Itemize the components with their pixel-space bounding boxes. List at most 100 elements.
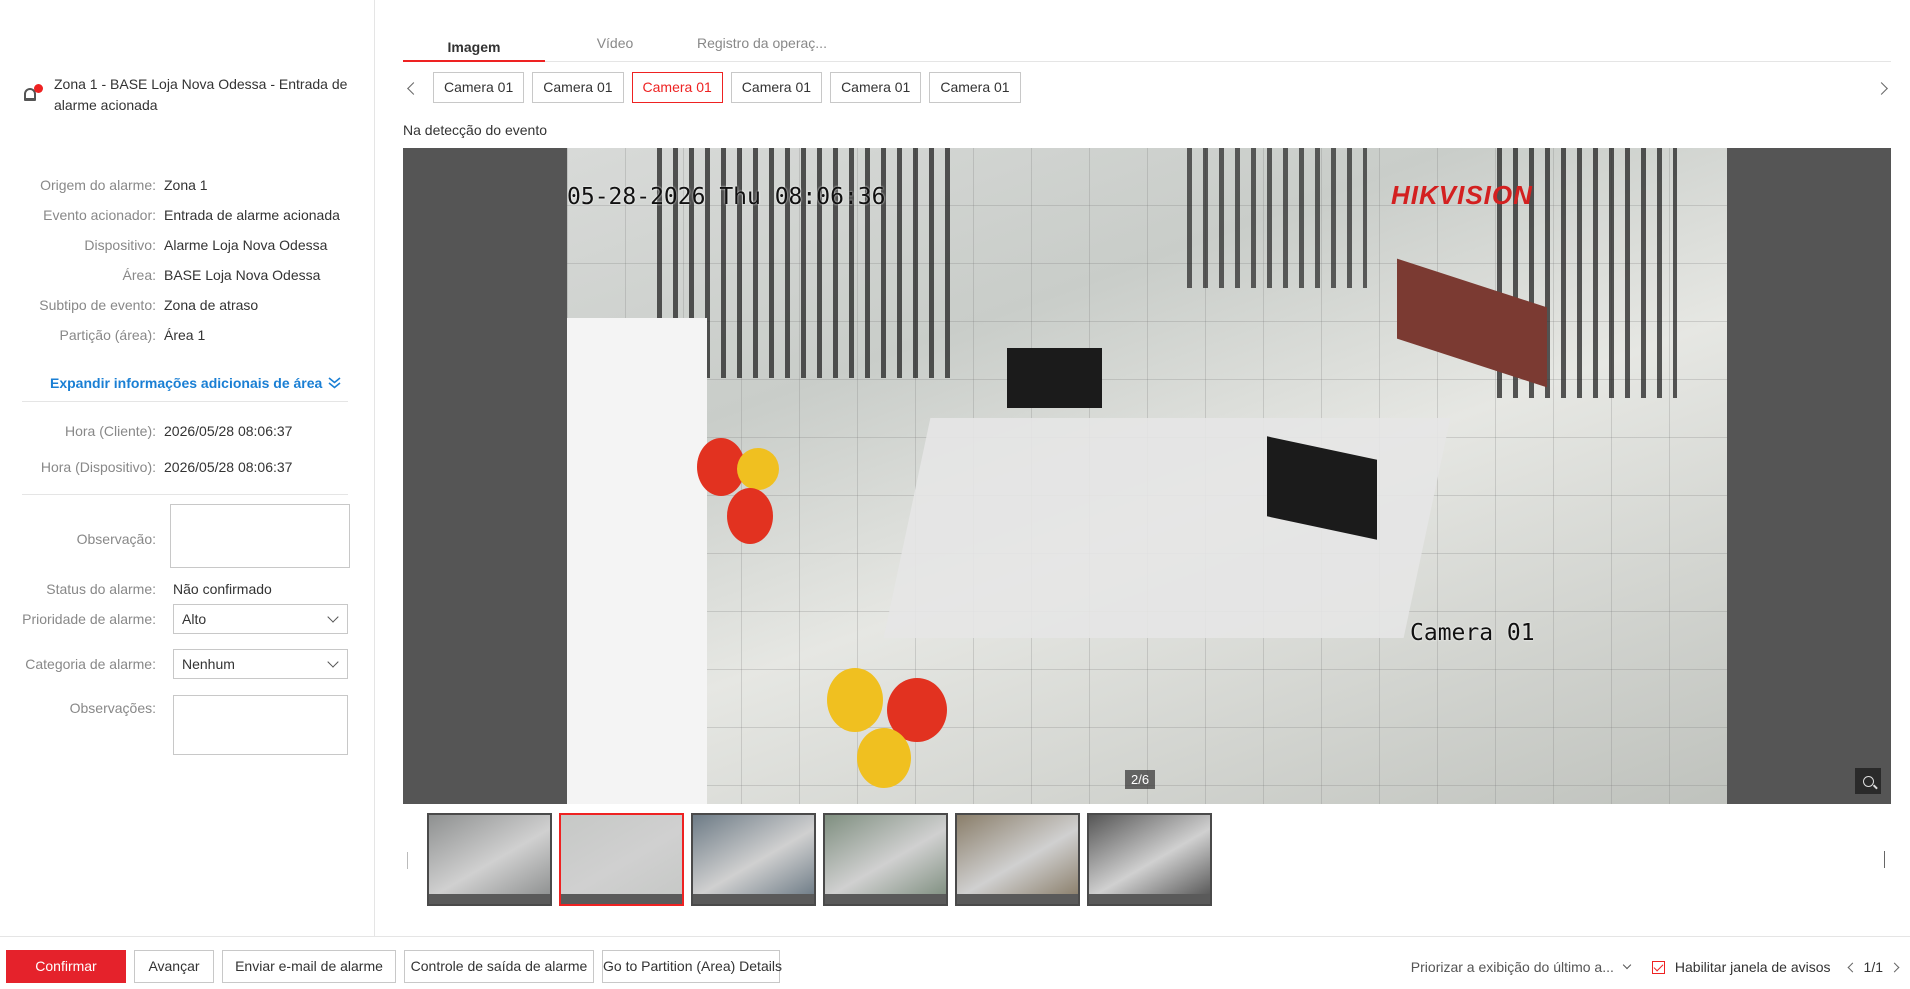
chevron-right-icon — [1874, 81, 1888, 95]
observation-label: Observação: — [76, 531, 156, 547]
enable-popup-checkbox[interactable] — [1651, 960, 1665, 974]
partition-details-button[interactable]: Go to Partition (Area) Details — [602, 950, 782, 983]
thumbnail-list — [427, 813, 1212, 906]
alarm-status-row: Status do alarme: Não confirmado — [0, 578, 375, 600]
chevron-left-icon — [406, 81, 420, 95]
camera-prev-button[interactable] — [403, 78, 423, 98]
camera-button[interactable]: Camera 01 — [532, 72, 624, 103]
thumbnail[interactable] — [823, 813, 948, 906]
alarm-category-label: Categoria de alarme: — [25, 656, 156, 672]
camera-snapshot: 05-28-2026 Thu 08:06:36 HIKVISION Camera… — [567, 148, 1727, 804]
observations-label: Observações: — [69, 700, 156, 716]
alarm-bell-icon — [22, 84, 43, 106]
action-bar: Confirmar Avançar Enviar e-mail de alarm… — [0, 936, 1910, 989]
client-time-row: Hora (Cliente): 2026/05/28 08:06:37 — [0, 420, 375, 442]
alarm-priority-row: Prioridade de alarme: Alto — [0, 604, 375, 634]
tab-image[interactable]: Imagem — [403, 26, 545, 62]
camera-button-list: Camera 01 Camera 01 Camera 01 Camera 01 … — [433, 72, 1021, 103]
thumbnail-image — [825, 815, 946, 897]
thumbnail[interactable] — [1087, 813, 1212, 906]
alarm-category-select[interactable]: Nenhum — [173, 649, 348, 679]
thumbnail-image — [1089, 815, 1210, 897]
alarm-title: Zona 1 - BASE Loja Nova Odessa - Entrada… — [54, 76, 348, 113]
camera-next-button[interactable] — [1871, 78, 1891, 98]
camera-button[interactable]: Camera 01 — [929, 72, 1021, 103]
device-time-value: 2026/05/28 08:06:37 — [164, 459, 293, 475]
expand-area-info-label: Expandir informações adicionais de área — [50, 375, 323, 391]
pager-value: 1/1 — [1863, 959, 1883, 975]
info-value: BASE Loja Nova Odessa — [164, 267, 321, 283]
thumbnail[interactable] — [427, 813, 552, 906]
tab-video[interactable]: Vídeo — [545, 26, 685, 62]
alarm-header: Zona 1 - BASE Loja Nova Odessa - Entrada… — [22, 74, 352, 116]
client-time-value: 2026/05/28 08:06:37 — [164, 423, 293, 439]
client-time-label: Hora (Cliente): — [64, 423, 156, 439]
next-button[interactable]: Avançar — [134, 950, 214, 983]
info-row-trigger-event: Evento acionador: Entrada de alarme acio… — [0, 204, 375, 234]
detail-tabs: Imagem Vídeo Registro da operaç... — [403, 26, 1891, 62]
zoom-button[interactable] — [1855, 768, 1881, 794]
info-value: Entrada de alarme acionada — [164, 207, 340, 223]
observations-row: Observações: — [0, 695, 375, 755]
alarm-details-panel: Zona 1 - BASE Loja Nova Odessa - Entrada… — [0, 0, 375, 936]
info-label: Subtipo de evento: — [39, 297, 156, 313]
info-row-partition: Partição (área): Área 1 — [0, 324, 375, 354]
send-alarm-email-button[interactable]: Enviar e-mail de alarme — [222, 950, 396, 983]
snapshot-camera-label: Camera 01 — [1410, 620, 1535, 646]
expand-area-info-link[interactable]: Expandir informações adicionais de área — [50, 375, 341, 391]
info-row-origin: Origem do alarme: Zona 1 — [0, 174, 375, 204]
event-caption: Na detecção do evento — [403, 122, 547, 138]
thumbnail-image — [957, 815, 1078, 897]
chevron-right-icon — [1884, 851, 1885, 868]
info-label: Origem do alarme: — [40, 177, 156, 193]
observations-textarea[interactable] — [173, 695, 348, 755]
camera-button[interactable]: Camera 01 — [433, 72, 525, 103]
double-chevron-down-icon — [328, 377, 341, 389]
thumbnail-selected[interactable] — [559, 813, 684, 906]
observation-row: Observação: — [0, 504, 375, 568]
priority-display-label: Priorizar a exibição do último a... — [1410, 959, 1614, 975]
alarm-info-table: Origem do alarme: Zona 1 Evento acionado… — [0, 174, 375, 354]
info-value: Área 1 — [164, 327, 206, 343]
alarm-priority-label: Prioridade de alarme: — [22, 611, 156, 627]
chevron-right-icon[interactable] — [1889, 962, 1900, 972]
camera-button[interactable]: Camera 01 — [830, 72, 922, 103]
alarm-category-value: Nenhum — [182, 656, 235, 672]
thumbnail[interactable] — [955, 813, 1080, 906]
image-viewer[interactable]: 05-28-2026 Thu 08:06:36 HIKVISION Camera… — [403, 148, 1891, 804]
info-label: Área: — [122, 267, 156, 283]
alarm-category-row: Categoria de alarme: Nenhum — [0, 649, 375, 679]
enable-popup-label: Habilitar janela de avisos — [1674, 959, 1831, 975]
thumbnail-next-button[interactable] — [1884, 851, 1885, 868]
tab-operation-log[interactable]: Registro da operaç... — [685, 26, 839, 62]
info-row-event-subtype: Subtipo de evento: Zona de atraso — [0, 294, 375, 324]
camera-button[interactable]: Camera 01 — [730, 72, 823, 103]
divider — [22, 494, 348, 495]
zoom-in-icon — [1862, 775, 1874, 787]
thumbnail-image — [561, 815, 682, 897]
hikvision-logo: HIKVISION — [1391, 180, 1533, 210]
priority-display-select[interactable]: Priorizar a exibição do último a... — [1410, 959, 1632, 975]
chevron-left-icon — [407, 852, 408, 869]
chevron-left-icon[interactable] — [1847, 962, 1857, 972]
thumbnail[interactable] — [691, 813, 816, 906]
camera-selector: Camera 01 Camera 01 Camera 01 Camera 01 … — [403, 72, 1891, 104]
info-value: Alarme Loja Nova Odessa — [164, 237, 328, 253]
alarm-priority-select[interactable]: Alto — [173, 604, 348, 634]
confirm-button[interactable]: Confirmar — [6, 950, 126, 983]
info-row-device: Dispositivo: Alarme Loja Nova Odessa — [0, 234, 375, 264]
observation-textarea[interactable] — [170, 504, 350, 568]
info-row-area: Área: BASE Loja Nova Odessa — [0, 264, 375, 294]
chevron-down-icon — [327, 611, 339, 623]
thumbnail-prev-button[interactable] — [407, 852, 408, 869]
alarm-output-control-button[interactable]: Controle de saída de alarme — [404, 950, 594, 983]
bottom-right-controls: Priorizar a exibição do último a... Habi… — [1410, 959, 1900, 975]
snapshot-timestamp: 05-28-2026 Thu 08:06:36 — [567, 184, 886, 210]
image-counter: 2/6 — [1125, 770, 1156, 789]
divider — [22, 401, 348, 402]
chevron-down-icon — [1622, 960, 1632, 970]
info-value: Zona 1 — [164, 177, 208, 193]
info-label: Partição (área): — [59, 327, 156, 343]
info-value: Zona de atraso — [164, 297, 259, 313]
camera-button-selected[interactable]: Camera 01 — [631, 72, 723, 103]
